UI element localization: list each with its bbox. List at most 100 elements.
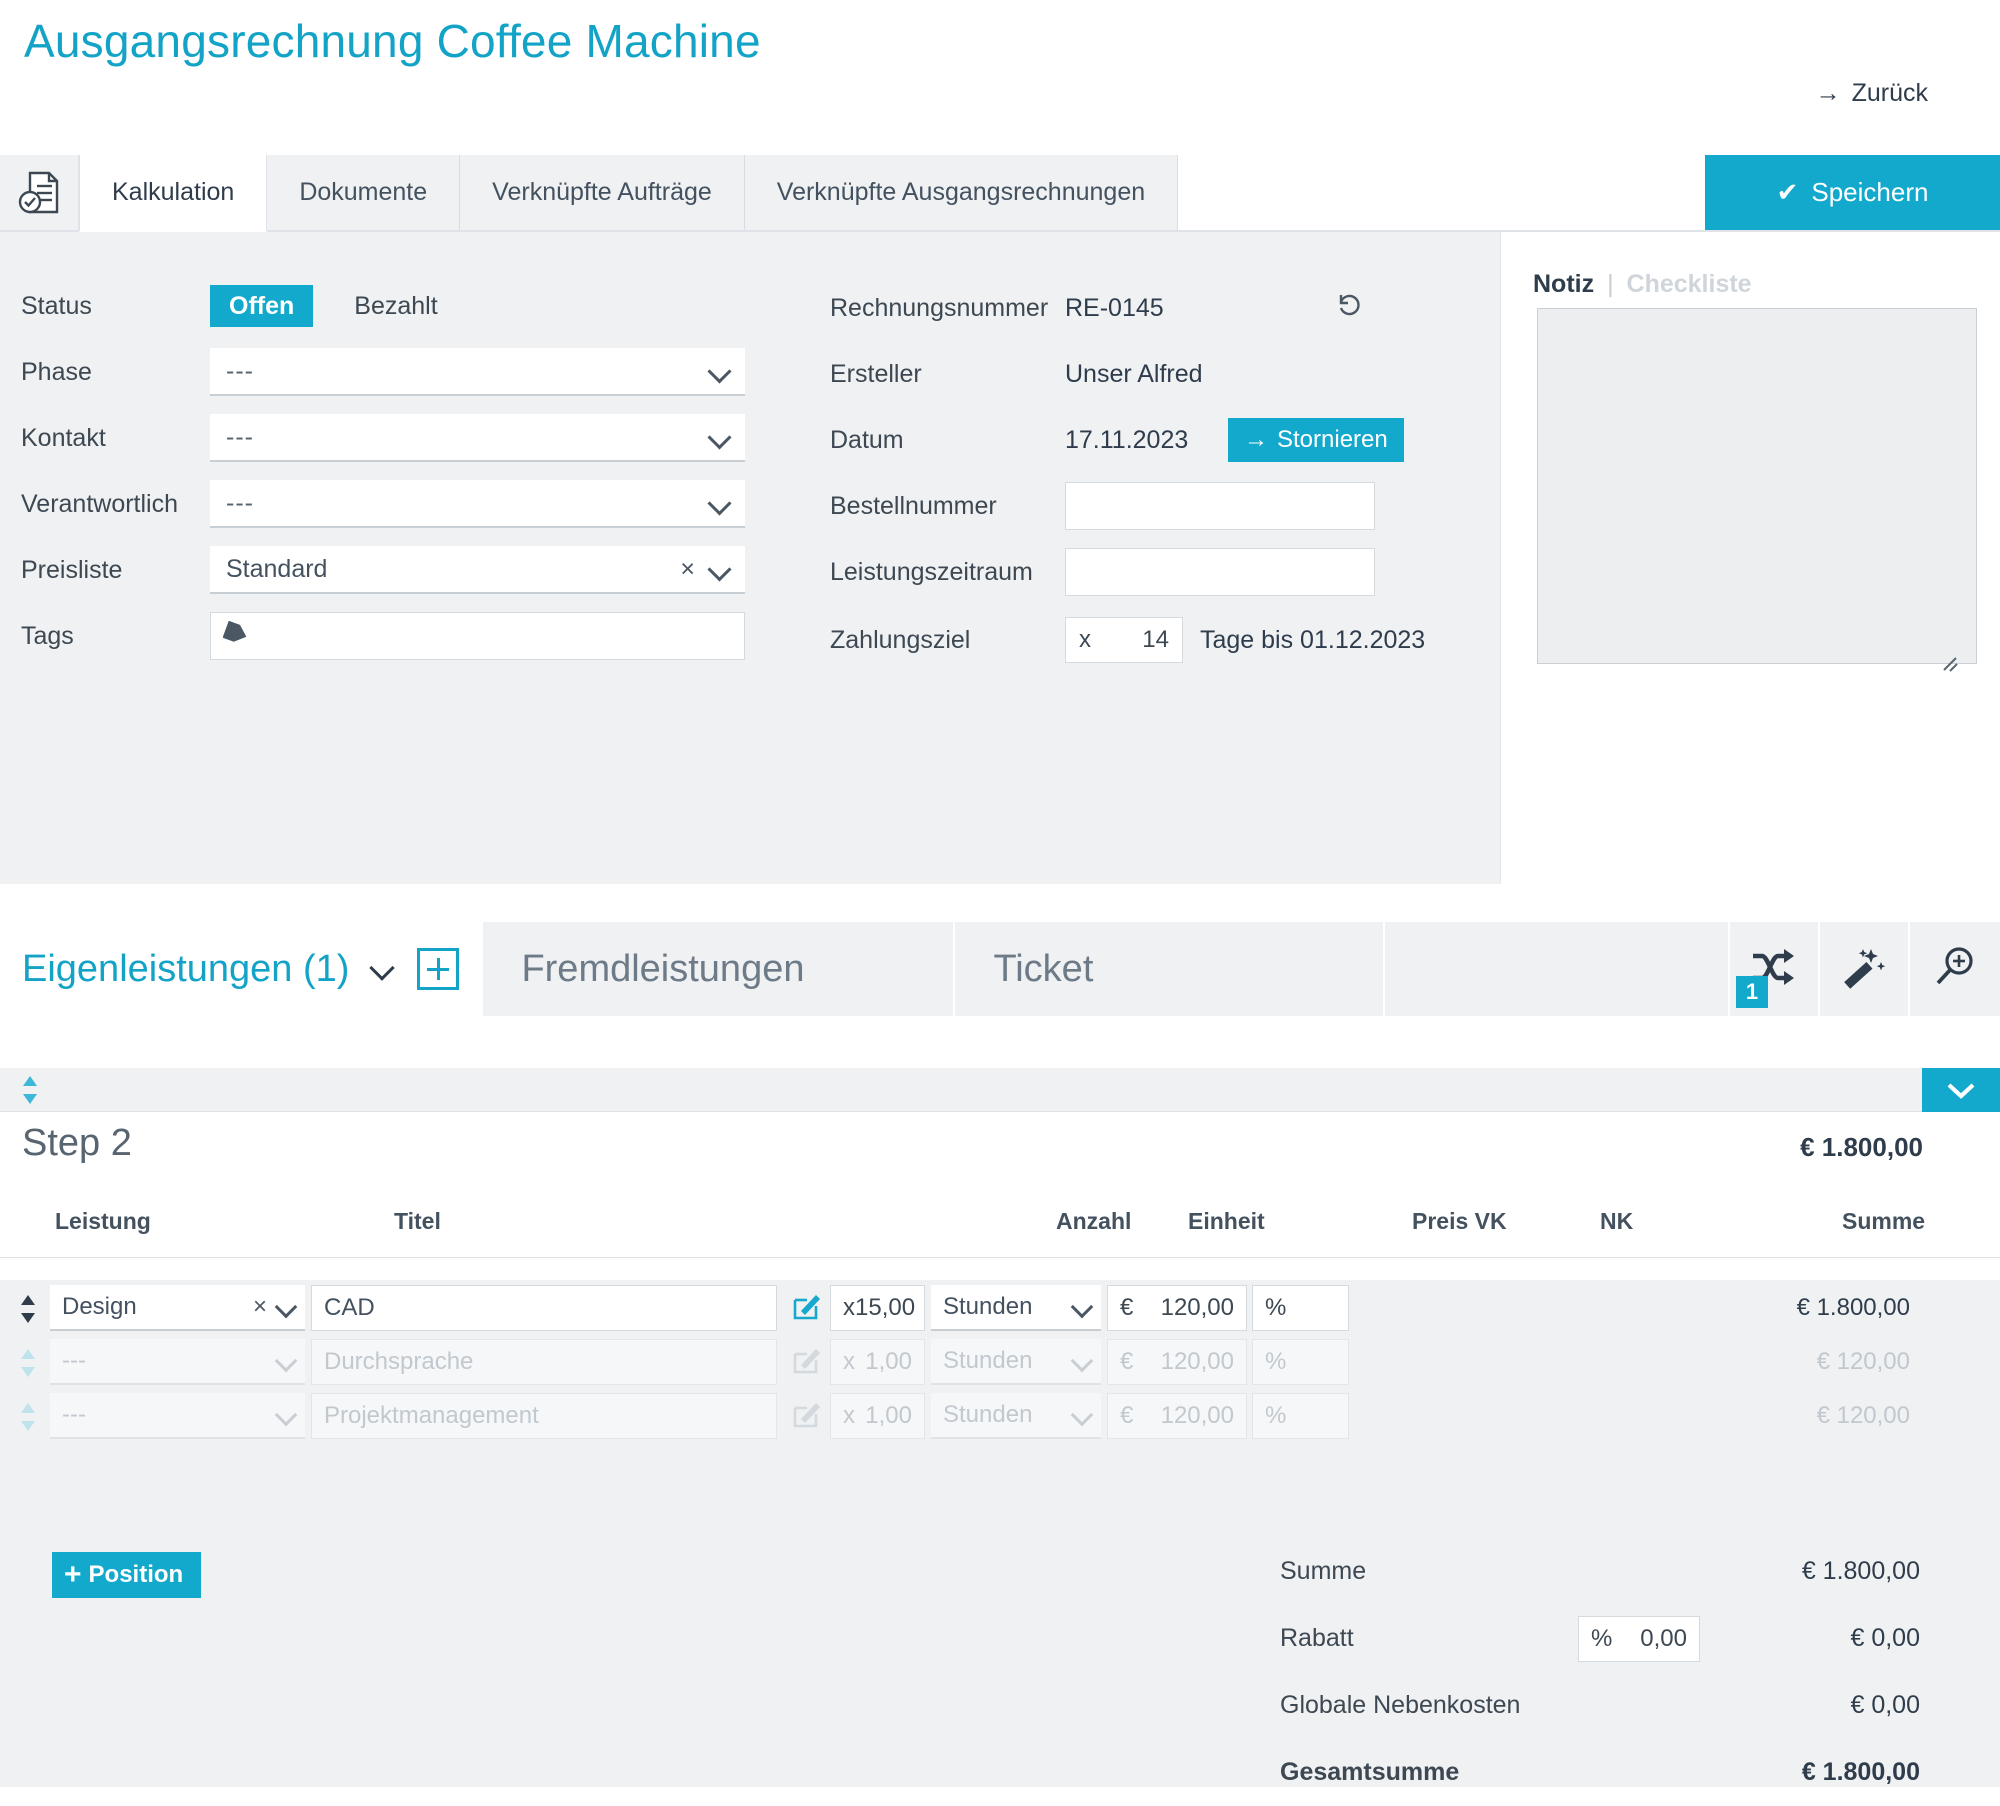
row-anzahl-value: 1,00 xyxy=(865,1348,912,1375)
tab-verknuepfte-ausgangsrechnungen[interactable]: Verknüpfte Ausgangsrechnungen xyxy=(744,155,1179,230)
row-preis-input[interactable]: € 120,00 xyxy=(1107,1339,1247,1385)
field-label: Leistungszeitraum xyxy=(830,557,1033,586)
preisliste-select[interactable]: Standard × xyxy=(210,546,745,594)
edit-pencil-icon[interactable] xyxy=(792,1399,822,1434)
add-position-button[interactable]: + Position xyxy=(52,1552,202,1598)
row-einheit-select[interactable]: Stunden xyxy=(931,1285,1101,1331)
row-sort-handle-icon[interactable] xyxy=(18,1348,38,1383)
zoom-in-button[interactable] xyxy=(1910,922,2000,1016)
chevron-down-icon xyxy=(709,492,731,514)
row-titel-input[interactable]: CAD xyxy=(311,1285,777,1331)
save-button[interactable]: ✔ Speichern xyxy=(1705,155,2000,230)
row-nk-input[interactable]: % xyxy=(1252,1285,1349,1331)
column-header-summe: Summe xyxy=(1842,1208,1926,1234)
tab-verknuepfte-auftraege[interactable]: Verknüpfte Aufträge xyxy=(460,155,745,230)
arrow-right-icon: → xyxy=(1815,79,1841,107)
column-header-leistung: Leistung xyxy=(55,1208,151,1234)
tab-notiz[interactable]: Notiz xyxy=(1533,270,1594,298)
sec-tab-fremdleistungen[interactable]: Fremdleistungen xyxy=(483,922,956,1016)
chevron-down-icon xyxy=(1073,1297,1093,1317)
positions-footer: + Position Summe € 1.800,00 Rabatt % 0,0… xyxy=(0,1460,2000,1787)
total-label: Globale Nebenkosten xyxy=(1280,1691,1521,1719)
back-link[interactable]: → Zurück xyxy=(1816,79,1928,108)
tab-label: Kalkulation xyxy=(112,178,235,206)
clear-icon[interactable]: × xyxy=(253,1293,267,1321)
step-total: € 1.800,00 xyxy=(1800,1132,1923,1162)
row-einheit-select[interactable]: Stunden xyxy=(931,1393,1101,1439)
field-tags: Tags xyxy=(0,610,745,662)
total-label: Gesamtsumme xyxy=(1280,1758,1460,1786)
row-anzahl-input[interactable]: x 1,00 xyxy=(830,1393,925,1439)
row-leistung-select[interactable]: --- xyxy=(50,1393,305,1439)
row-summe-value: € 120,00 xyxy=(1816,1402,1910,1429)
row-leistung-select[interactable]: --- xyxy=(50,1339,305,1385)
sec-tab-eigenleistungen[interactable]: Eigenleistungen (1) xyxy=(0,922,484,1016)
total-row-globale-nebenkosten: Globale Nebenkosten € 0,00 xyxy=(1280,1672,1920,1739)
page-header: Ausgangsrechnung Coffee Machine → Zurück xyxy=(0,0,2000,158)
row-sort-handle-icon[interactable] xyxy=(18,1402,38,1437)
sort-handle-icon[interactable] xyxy=(20,1075,40,1110)
row-nk-input[interactable]: % xyxy=(1252,1339,1349,1385)
row-leistung-select[interactable]: Design × xyxy=(50,1285,305,1331)
field-bestellnummer: Bestellnummer xyxy=(810,480,1375,532)
magic-wand-button[interactable] xyxy=(1820,922,1910,1016)
currency-prefix: € xyxy=(1120,1402,1134,1429)
field-label: Status xyxy=(21,291,92,320)
page-title: Ausgangsrechnung Coffee Machine xyxy=(24,15,761,67)
sec-tab-ticket[interactable]: Ticket xyxy=(955,922,1386,1016)
status-offen-button[interactable]: Offen xyxy=(210,285,314,327)
phase-select[interactable]: --- xyxy=(210,348,745,396)
clear-icon[interactable]: × xyxy=(680,555,695,584)
field-label: Datum xyxy=(830,425,904,454)
row-preis-value: 120,00 xyxy=(1160,1348,1234,1375)
collapse-section-button[interactable] xyxy=(1922,1068,2000,1112)
shuffle-button[interactable]: 1 xyxy=(1730,922,1820,1016)
row-preis-input[interactable]: € 120,00 xyxy=(1107,1285,1247,1331)
row-titel-input[interactable]: Durchsprache xyxy=(311,1339,777,1385)
row-titel-input[interactable]: Projektmanagement xyxy=(311,1393,777,1439)
field-zahlungsziel: Zahlungsziel x 14 Tage bis 01.12.2023 xyxy=(810,614,1425,666)
field-phase: Phase --- xyxy=(0,346,745,398)
status-bezahlt-button[interactable]: Bezahlt xyxy=(335,285,456,327)
edit-pencil-icon[interactable] xyxy=(792,1345,822,1380)
field-ersteller: Ersteller Unser Alfred xyxy=(810,348,1203,400)
bestellnummer-input[interactable] xyxy=(1065,482,1375,530)
row-sort-handle-icon[interactable] xyxy=(18,1294,38,1329)
field-status: Status Offen Bezahlt xyxy=(0,280,457,332)
back-link-label: Zurück xyxy=(1851,79,1928,107)
tab-kalkulation[interactable]: Kalkulation xyxy=(79,155,268,232)
stornieren-button[interactable]: → Stornieren xyxy=(1228,418,1404,462)
row-anzahl-input[interactable]: x 15,00 xyxy=(830,1285,925,1331)
row-anzahl-input[interactable]: x 1,00 xyxy=(830,1339,925,1385)
add-position-group-icon[interactable] xyxy=(417,948,460,990)
kontakt-select[interactable]: --- xyxy=(210,414,745,462)
undo-icon[interactable] xyxy=(1335,291,1363,325)
chevron-down-icon xyxy=(709,426,731,448)
row-einheit-value: Stunden xyxy=(943,1401,1033,1428)
position-section-tabs: Eigenleistungen (1) Fremdleistungen Tick… xyxy=(0,922,2000,1016)
step-title: Step 2 xyxy=(22,1122,132,1164)
edit-pencil-icon[interactable] xyxy=(792,1291,822,1326)
row-einheit-select[interactable]: Stunden xyxy=(931,1339,1101,1385)
rabatt-input[interactable]: % 0,00 xyxy=(1578,1615,1700,1662)
row-preis-input[interactable]: € 120,00 xyxy=(1107,1393,1247,1439)
tab-label: Dokumente xyxy=(299,178,428,206)
tags-input[interactable] xyxy=(210,612,745,660)
field-kontakt: Kontakt --- xyxy=(0,412,745,464)
kontakt-select-value: --- xyxy=(226,422,254,451)
row-leistung-value: Design xyxy=(62,1293,137,1320)
sec-tab-label: Ticket xyxy=(993,947,1094,990)
tab-dokumente[interactable]: Dokumente xyxy=(267,155,461,230)
chevron-down-icon[interactable] xyxy=(371,957,395,981)
leistungszeitraum-input[interactable] xyxy=(1065,548,1375,596)
verantwortlich-select[interactable]: --- xyxy=(210,480,745,528)
zahlungsziel-input[interactable]: x 14 xyxy=(1065,617,1183,663)
percent-prefix: % xyxy=(1591,1624,1613,1652)
row-nk-input[interactable]: % xyxy=(1252,1393,1349,1439)
multiplier-prefix: x xyxy=(843,1294,855,1321)
tab-checkliste[interactable]: Checkliste xyxy=(1627,270,1752,298)
notiz-textarea[interactable] xyxy=(1537,308,1977,664)
field-datum: Datum 17.11.2023 → Stornieren xyxy=(810,414,1404,466)
document-check-icon[interactable] xyxy=(0,155,79,230)
total-value: € 0,00 xyxy=(1850,1691,1920,1719)
